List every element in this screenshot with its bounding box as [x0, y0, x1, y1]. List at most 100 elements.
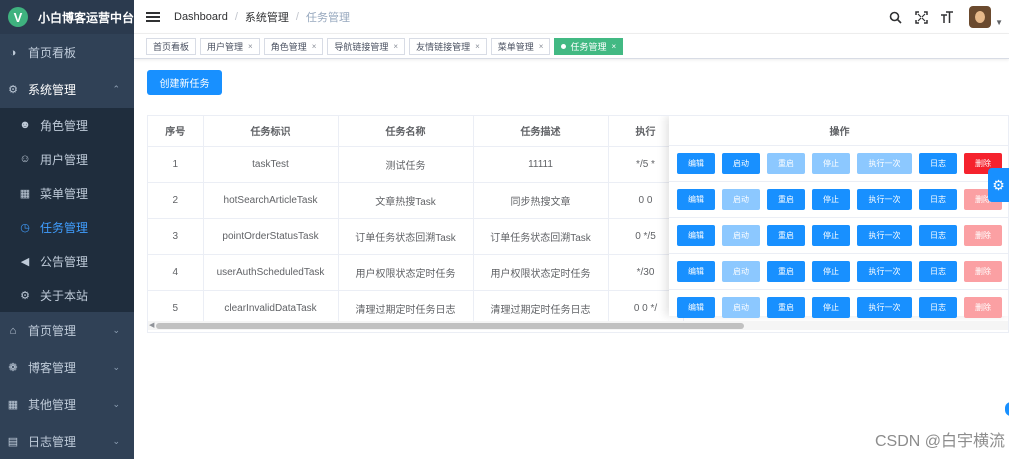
chevron-down-icon: ⌄ — [112, 325, 120, 335]
tag-roles[interactable]: 角色管理 × — [263, 37, 324, 55]
side-handle[interactable] — [1005, 402, 1009, 416]
log-button[interactable]: 日志 — [919, 153, 957, 174]
restart-button[interactable]: 重启 — [767, 225, 805, 246]
run-once-button[interactable]: 执行一次 — [857, 297, 912, 318]
close-icon[interactable]: × — [611, 42, 616, 51]
sidebar-item-dashboard[interactable]: ◑ 首页看板 — [0, 34, 134, 71]
start-button[interactable]: 启动 — [722, 153, 760, 174]
hamburger-icon[interactable] — [146, 11, 160, 22]
edit-button[interactable]: 编辑 — [677, 189, 715, 210]
edit-button[interactable]: 编辑 — [677, 297, 715, 318]
sidebar-item-other[interactable]: ▦ 其他管理 ⌄ — [0, 386, 134, 423]
scroll-left-icon[interactable]: ◀ — [149, 321, 154, 329]
restart-button[interactable]: 重启 — [767, 189, 805, 210]
sidebar-item-roles[interactable]: ☻ 角色管理 — [0, 108, 134, 142]
home-icon: ⌂ — [9, 324, 17, 337]
create-task-button[interactable]: 创建新任务 — [147, 70, 222, 95]
grid-icon: ▦ — [7, 399, 19, 411]
operations-row: 编辑 启动 重启 停止 执行一次 日志 删除 — [669, 218, 1008, 254]
breadcrumb-item[interactable]: Dashboard — [174, 11, 228, 23]
run-once-button[interactable]: 执行一次 — [857, 225, 912, 246]
navbar-right: ▼ — [887, 0, 1009, 34]
start-button[interactable]: 启动 — [722, 297, 760, 318]
horizontal-scrollbar[interactable]: ◀ — [148, 321, 1008, 330]
font-size-icon[interactable] — [939, 9, 955, 25]
log-button[interactable]: 日志 — [919, 225, 957, 246]
chevron-down-icon: ⌄ — [112, 362, 120, 372]
stop-button[interactable]: 停止 — [812, 261, 850, 282]
table-cell: 4 — [148, 254, 204, 291]
run-once-button[interactable]: 执行一次 — [857, 153, 912, 174]
edit-button[interactable]: 编辑 — [677, 153, 715, 174]
delete-button[interactable]: 删除 — [964, 261, 1002, 282]
close-icon[interactable]: × — [393, 42, 398, 51]
sidebar-item-logs[interactable]: ▤ 日志管理 ⌄ — [0, 423, 134, 459]
stop-button[interactable]: 停止 — [812, 153, 850, 174]
column-header: 操作 — [669, 116, 1008, 146]
tag-tasks[interactable]: 任务管理 × — [554, 37, 624, 55]
close-icon[interactable]: × — [475, 42, 480, 51]
tag-dashboard[interactable]: 首页看板 — [146, 37, 197, 55]
stop-button[interactable]: 停止 — [812, 297, 850, 318]
tag-friend-links[interactable]: 友情链接管理 × — [409, 37, 487, 55]
start-button[interactable]: 启动 — [722, 225, 760, 246]
tag-label: 导航链接管理 — [334, 41, 389, 52]
table-cell: 订单任务状态回溯Task — [338, 218, 474, 255]
run-once-button[interactable]: 执行一次 — [857, 189, 912, 210]
sidebar-item-label: 日志管理 — [28, 435, 77, 449]
restart-button[interactable]: 重启 — [767, 297, 805, 318]
fullscreen-icon[interactable] — [913, 9, 929, 25]
sidebar-item-tasks[interactable]: ◷ 任务管理 — [0, 210, 134, 244]
start-button[interactable]: 启动 — [722, 261, 760, 282]
sidebar-item-home[interactable]: ⌂ 首页管理 ⌄ — [0, 312, 134, 349]
log-button[interactable]: 日志 — [919, 297, 957, 318]
sidebar-item-menus[interactable]: ▦ 菜单管理 — [0, 176, 134, 210]
watermark: CSDN @白宇横流 — [874, 433, 1005, 450]
search-icon[interactable] — [887, 9, 903, 25]
breadcrumb-item[interactable]: 系统管理 — [245, 9, 289, 25]
stop-button[interactable]: 停止 — [812, 189, 850, 210]
restart-button[interactable]: 重启 — [767, 261, 805, 282]
sidebar-item-users[interactable]: ☺ 用户管理 — [0, 142, 134, 176]
tag-menus[interactable]: 菜单管理 × — [490, 37, 551, 55]
settings-button[interactable]: ⚙ — [988, 168, 1009, 202]
delete-button[interactable]: 删除 — [964, 297, 1002, 318]
table-cell: 用户权限状态定时任务 — [338, 254, 474, 291]
task-table: 序号 任务标识 任务名称 任务描述 执行 1 taskTest 测试任务 11111 *… — [147, 115, 1009, 333]
close-icon[interactable]: × — [539, 42, 544, 51]
delete-button[interactable]: 删除 — [964, 225, 1002, 246]
task-table-body: 序号 任务标识 任务名称 任务描述 执行 1 taskTest 测试任务 11111 *… — [148, 116, 684, 327]
edit-button[interactable]: 编辑 — [677, 225, 715, 246]
start-button[interactable]: 启动 — [722, 189, 760, 210]
caret-down-icon[interactable]: ▼ — [995, 18, 1003, 27]
sidebar-item-notices[interactable]: ◀ 公告管理 — [0, 244, 134, 278]
avatar[interactable] — [969, 6, 992, 28]
sidebar-item-blog[interactable]: ❁ 博客管理 ⌄ — [0, 349, 134, 386]
tag-nav-links[interactable]: 导航链接管理 × — [327, 37, 406, 55]
sidebar-item-system[interactable]: ⚙ 系统管理 ⌃ — [0, 71, 134, 108]
app-title: 小白博客运营中台 — [37, 10, 134, 25]
log-button[interactable]: 日志 — [919, 261, 957, 282]
aperture-icon: ❁ — [8, 362, 18, 374]
sidebar-item-about[interactable]: ⚙ 关于本站 — [0, 278, 134, 312]
log-button[interactable]: 日志 — [919, 189, 957, 210]
sidebar-item-label: 用户管理 — [40, 152, 89, 167]
table-cell: 2 — [148, 182, 204, 219]
stop-button[interactable]: 停止 — [812, 225, 850, 246]
cog-icon: ⚙ — [20, 289, 30, 302]
close-icon[interactable]: × — [248, 42, 253, 51]
sidebar-item-label: 首页看板 — [28, 46, 77, 60]
restart-button[interactable]: 重启 — [767, 153, 805, 174]
table-cell: 3 — [148, 218, 204, 255]
edit-button[interactable]: 编辑 — [677, 261, 715, 282]
gear-icon: ⚙ — [992, 176, 1005, 193]
system-submenu: ☻ 角色管理 ☺ 用户管理 ▦ 菜单管理 ◷ 任务管理 ◀ 公告管理 ⚙ 关于本… — [0, 108, 134, 312]
column-header: 任务名称 — [338, 116, 474, 147]
sidebar-item-label: 角色管理 — [40, 118, 89, 133]
scroll-thumb[interactable] — [156, 323, 744, 329]
tag-users[interactable]: 用户管理 × — [200, 37, 260, 55]
run-once-button[interactable]: 执行一次 — [857, 261, 912, 282]
user-outline-icon: ☺ — [19, 153, 31, 165]
close-icon[interactable]: × — [312, 42, 317, 51]
brand[interactable]: V 小白博客运营中台 — [0, 0, 134, 34]
